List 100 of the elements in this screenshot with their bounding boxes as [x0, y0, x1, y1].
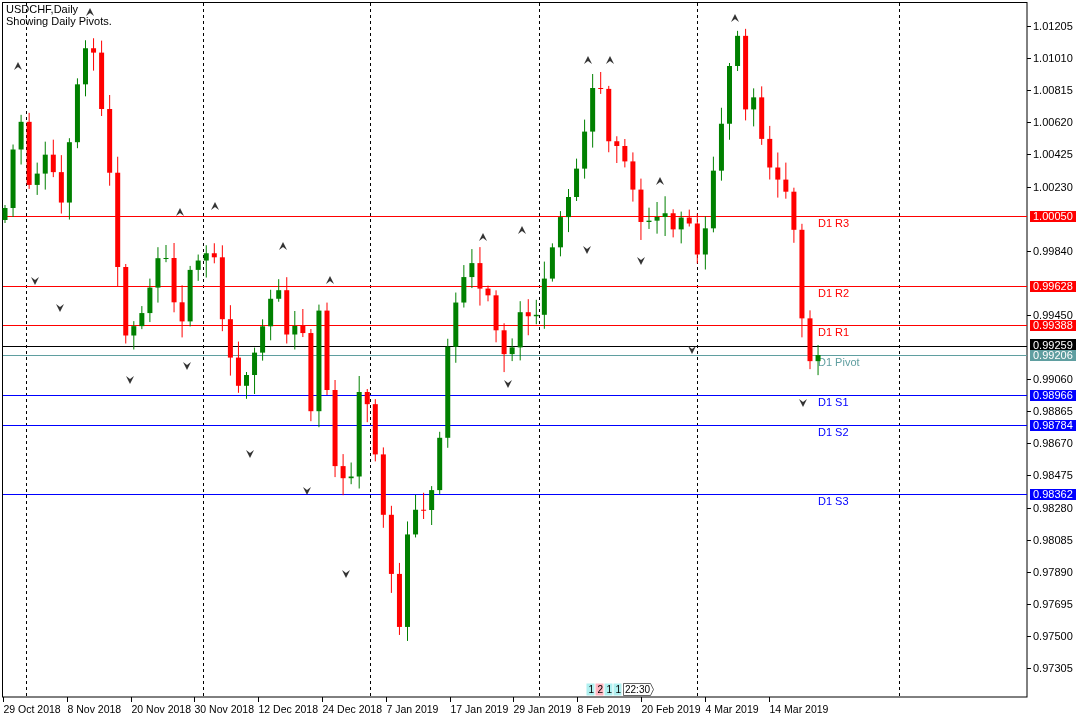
candlestick	[300, 308, 306, 338]
candlestick	[34, 162, 40, 196]
candlestick	[252, 347, 258, 395]
down-arrow-icon	[246, 450, 254, 458]
candlestick	[646, 207, 652, 230]
candlestick	[582, 119, 588, 180]
down-arrow-icon	[688, 346, 696, 354]
date-axis-label: 20 Feb 2019	[641, 703, 701, 715]
price-tag: 0.99259	[1030, 339, 1076, 351]
candlestick	[477, 246, 483, 307]
price-axis-label: 1.00815	[1033, 83, 1073, 96]
bar-count-tag: 1	[586, 683, 595, 696]
candlestick	[791, 187, 797, 244]
candlestick	[694, 213, 700, 264]
candlestick	[630, 151, 636, 203]
candlestick	[598, 71, 604, 95]
candlestick	[437, 431, 443, 495]
candlestick	[413, 494, 419, 538]
up-arrow-icon	[86, 8, 94, 16]
chart-title: USDCHF,Daily	[6, 3, 79, 15]
candlestick	[284, 276, 290, 344]
candlestick	[58, 154, 64, 215]
candlestick	[525, 298, 531, 336]
candlestick	[686, 209, 692, 227]
candlestick	[759, 85, 765, 146]
down-arrow-icon	[126, 376, 134, 384]
candlestick	[485, 285, 491, 302]
candlestick	[187, 265, 193, 327]
date-axis-label: 8 Nov 2018	[67, 703, 122, 715]
pivot-label: D1 S3	[818, 494, 849, 507]
date-axis-label: 8 Feb 2019	[577, 703, 631, 715]
candlestick	[662, 195, 668, 237]
price-tag: 0.98784	[1030, 419, 1076, 431]
date-axis-label: 14 Mar 2019	[769, 703, 829, 715]
up-arrow-icon	[176, 208, 184, 216]
date-axis-label: 24 Dec 2018	[322, 703, 383, 715]
pivot-label: D1 S1	[818, 395, 849, 408]
price-axis-label: 0.97695	[1033, 597, 1073, 610]
time-tag: 22:30	[623, 683, 654, 696]
price-tag: 0.99628	[1030, 280, 1076, 292]
price-axis-label: 1.00425	[1033, 147, 1073, 160]
pivot-label: D1 S2	[818, 425, 849, 438]
candlestick	[702, 215, 708, 270]
candlestick	[678, 211, 684, 244]
candlestick	[638, 178, 644, 241]
price-axis-label: 0.98670	[1033, 436, 1073, 449]
price-tag: 0.99388	[1030, 319, 1076, 331]
price-axis-label: 1.01010	[1033, 51, 1073, 64]
candlestick	[614, 135, 620, 164]
candlestick	[163, 244, 169, 263]
candlestick	[751, 87, 757, 127]
candlestick	[469, 248, 475, 289]
price-axis-label: 0.99450	[1033, 308, 1073, 321]
candlestick	[50, 139, 56, 178]
candlestick	[421, 492, 427, 520]
candlestick	[767, 125, 773, 180]
candlestick	[171, 242, 177, 313]
candlestick	[557, 210, 563, 257]
bar-count-tag: 1	[604, 683, 613, 696]
up-arrow-icon	[656, 177, 664, 185]
up-arrow-icon	[584, 56, 592, 64]
candlestick	[91, 37, 97, 72]
candlestick	[622, 138, 628, 168]
price-axis-label: 1.01205	[1033, 19, 1073, 32]
chart-subtitle: Showing Daily Pivots.	[6, 15, 112, 27]
candlestick	[260, 318, 266, 362]
candlestick	[2, 204, 8, 224]
candlestick	[348, 462, 354, 485]
price-axis-label: 0.98085	[1033, 533, 1073, 546]
candlestick	[815, 344, 821, 376]
candlestick	[501, 322, 507, 373]
price-axis-label: 0.98865	[1033, 404, 1073, 417]
price-tag: 0.98966	[1030, 389, 1076, 401]
date-axis-label: 29 Oct 2018	[3, 703, 61, 715]
candlestick	[203, 244, 209, 279]
down-arrow-icon	[342, 570, 350, 578]
pivot-label: D1 R1	[818, 325, 850, 338]
price-axis-label: 1.00620	[1033, 115, 1073, 128]
up-arrow-icon	[326, 276, 334, 284]
date-axis-label: 4 Mar 2019	[705, 703, 759, 715]
down-arrow-icon	[583, 246, 591, 254]
bar-count-tag: 2	[595, 683, 604, 696]
down-arrow-icon	[799, 399, 807, 407]
price-tag: 0.98362	[1030, 488, 1076, 500]
candlestick	[517, 300, 523, 361]
candlestick	[807, 309, 813, 370]
candlestick	[372, 398, 378, 462]
candlestick	[42, 141, 48, 191]
price-axis-label: 0.97500	[1033, 629, 1073, 642]
candlestick	[783, 162, 789, 200]
price-tag: 0.99206	[1030, 349, 1076, 361]
date-axis-label: 7 Jan 2019	[386, 703, 439, 715]
candlestick	[429, 485, 435, 526]
up-arrow-icon	[211, 202, 219, 210]
price-axis-label: 0.99060	[1033, 372, 1073, 385]
candlestick	[292, 310, 298, 350]
bar-count-tag: 1	[613, 683, 622, 696]
candlestick	[155, 246, 161, 304]
down-arrow-icon	[504, 380, 512, 388]
candlestick	[340, 453, 346, 496]
